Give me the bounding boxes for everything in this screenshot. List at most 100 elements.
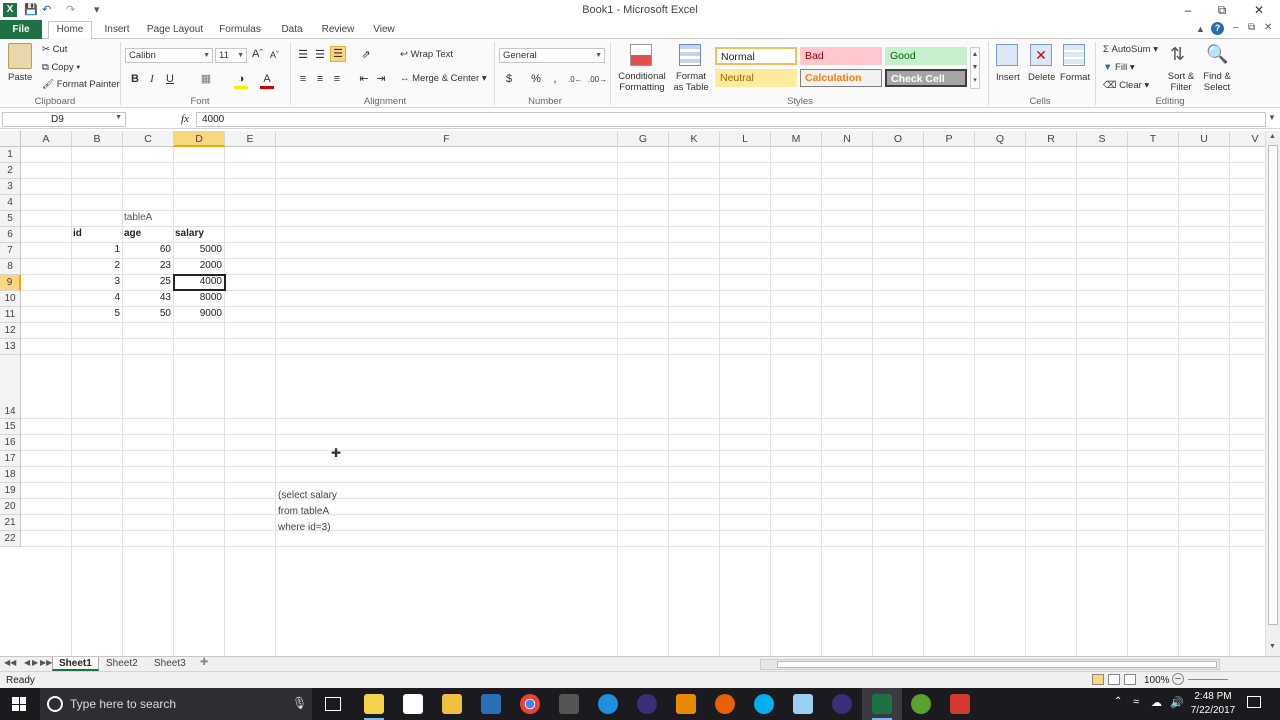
conditional-formatting-icon[interactable] — [630, 44, 652, 66]
row-header[interactable]: 5 — [0, 211, 21, 227]
autosum-button[interactable]: Σ AutoSum ▾ — [1103, 44, 1158, 55]
row-header[interactable]: 22 — [0, 531, 21, 547]
cell-b9[interactable]: 3 — [71, 276, 122, 287]
workbook-close-icon[interactable]: ✕ — [1264, 22, 1272, 33]
select-all-corner[interactable] — [0, 131, 21, 147]
firefox-icon[interactable] — [715, 694, 735, 714]
cell-c7[interactable]: 60 — [122, 244, 173, 255]
style-check-cell[interactable]: Check Cell — [885, 69, 967, 87]
row-header[interactable]: 19 — [0, 483, 21, 499]
cell-b7[interactable]: 1 — [71, 244, 122, 255]
insert-cells-button[interactable]: Insert — [996, 72, 1020, 83]
tray-expand-icon[interactable]: ⌃ — [1114, 696, 1122, 707]
underline-button[interactable]: U — [163, 72, 177, 86]
cut-button[interactable]: ✂ Cut — [42, 44, 67, 55]
align-center-icon[interactable]: ≡ — [313, 72, 327, 86]
percent-button[interactable]: % — [530, 72, 542, 86]
cell-c6[interactable]: age — [122, 228, 173, 239]
merge-center-button[interactable]: ↔ Merge & Center ▾ — [400, 73, 487, 84]
column-header[interactable]: Q — [975, 131, 1026, 147]
increase-decimal-icon[interactable]: .0← — [568, 73, 583, 87]
horizontal-scrollbar[interactable] — [760, 659, 1220, 670]
column-header[interactable]: B — [72, 131, 123, 147]
cell-b11[interactable]: 5 — [71, 308, 122, 319]
minimize-icon[interactable]: – — [1180, 3, 1196, 17]
row-header[interactable]: 18 — [0, 467, 21, 483]
sheet-nav-last-icon[interactable]: ▶▶ — [40, 658, 52, 667]
outlook-icon[interactable] — [676, 694, 696, 714]
sticky-notes-icon[interactable] — [364, 694, 384, 714]
currency-button[interactable]: $ — [503, 72, 515, 86]
cell-c9[interactable]: 25 — [122, 276, 173, 287]
shrink-font-icon[interactable]: Aˇ — [270, 50, 279, 60]
row-header[interactable]: 13 — [0, 339, 21, 355]
fill-button[interactable]: ▼ Fill ▾ — [1103, 62, 1135, 73]
minimize-ribbon-icon[interactable]: ▲ — [1196, 24, 1205, 34]
orientation-icon[interactable]: ⇗ — [358, 48, 374, 62]
align-left-icon[interactable]: ≡ — [296, 72, 310, 86]
hscroll-thumb[interactable] — [777, 661, 1217, 668]
column-header[interactable]: V — [1230, 131, 1265, 147]
expand-formula-icon[interactable]: ▼ — [1268, 113, 1276, 122]
cell-c11[interactable]: 50 — [122, 308, 173, 319]
find-select-button[interactable]: Find & Select — [1199, 71, 1235, 93]
cell-d8[interactable]: 2000 — [173, 260, 224, 271]
grow-font-icon[interactable]: Aˆ — [252, 48, 263, 60]
tab-insert[interactable]: Insert — [98, 22, 136, 40]
align-top-icon[interactable]: ☰ — [296, 48, 310, 62]
row-header[interactable]: 9 — [0, 275, 21, 291]
sheet-nav-next-icon[interactable]: ▶ — [32, 658, 38, 667]
tab-review[interactable]: Review — [317, 22, 359, 40]
sort-filter-button[interactable]: Sort & Filter — [1163, 71, 1199, 93]
store-icon[interactable] — [403, 694, 423, 714]
row-header[interactable]: 12 — [0, 323, 21, 339]
align-middle-icon[interactable]: ☰ — [313, 48, 327, 62]
align-bottom-icon[interactable]: ☰ — [330, 46, 346, 62]
style-neutral[interactable]: Neutral — [715, 69, 797, 87]
insert-cells-icon[interactable] — [996, 44, 1018, 66]
column-header[interactable]: R — [1026, 131, 1077, 147]
decrease-indent-icon[interactable]: ⇤ — [357, 72, 371, 86]
zoom-level[interactable]: 100% — [1144, 675, 1170, 686]
taskbar-time[interactable]: 2:48 PM — [1194, 691, 1232, 702]
workbook-restore-icon[interactable]: ⧉ — [1248, 22, 1255, 33]
clear-button[interactable]: ⌫ Clear ▾ — [1103, 80, 1149, 91]
font-size-select[interactable]: 11 ▼ — [215, 48, 247, 63]
font-color-icon[interactable]: A — [260, 72, 274, 89]
row-header[interactable]: 21 — [0, 515, 21, 531]
row-header[interactable]: 10 — [0, 291, 21, 307]
excel-taskbar-icon[interactable] — [872, 694, 892, 714]
column-header[interactable]: E — [225, 131, 276, 147]
cell-c10[interactable]: 43 — [122, 292, 173, 303]
tab-home[interactable]: Home — [48, 21, 92, 40]
taskbar-date[interactable]: 7/22/2017 — [1188, 705, 1238, 716]
task-view-icon[interactable] — [325, 697, 341, 711]
row-header[interactable]: 6 — [0, 227, 21, 243]
sheet-nav-first-icon[interactable]: ◀◀ — [4, 658, 16, 667]
scroll-up-icon[interactable]: ▲ — [1269, 133, 1276, 140]
cell-b6[interactable]: id — [71, 228, 122, 239]
file-explorer-icon[interactable] — [442, 694, 462, 714]
conditional-formatting-button[interactable]: Conditional Formatting — [614, 71, 670, 93]
network-icon[interactable]: ≈ — [1133, 696, 1139, 708]
style-calculation[interactable]: Calculation — [800, 69, 882, 87]
fill-color-icon[interactable]: ◑ — [234, 72, 248, 89]
sheet-tab-sheet1[interactable]: Sheet1 — [52, 657, 99, 671]
wrap-text-button[interactable]: ↩ Wrap Text — [400, 49, 453, 60]
page-layout-view-icon[interactable] — [1108, 674, 1120, 685]
column-header[interactable]: L — [720, 131, 771, 147]
row-header[interactable]: 8 — [0, 259, 21, 275]
row-header[interactable]: 14 — [0, 355, 21, 419]
delete-cells-button[interactable]: Delete — [1028, 72, 1055, 83]
italic-button[interactable]: I — [146, 72, 158, 86]
fx-icon[interactable]: fx — [181, 113, 189, 125]
sheet-nav-prev-icon[interactable]: ◀ — [24, 658, 30, 667]
row-header[interactable]: 17 — [0, 451, 21, 467]
name-box[interactable]: D9 ▼ — [2, 112, 126, 127]
column-header[interactable]: N — [822, 131, 873, 147]
cell-f14[interactable]: (select salary from tableA where id=3) — [276, 488, 396, 536]
format-as-table-icon[interactable] — [679, 44, 701, 66]
font-name-select[interactable]: Calibri ▼ — [125, 48, 213, 63]
copy-button[interactable]: ⧉ Copy ▾ — [42, 62, 80, 73]
cell-c5[interactable]: tableA — [122, 212, 173, 223]
